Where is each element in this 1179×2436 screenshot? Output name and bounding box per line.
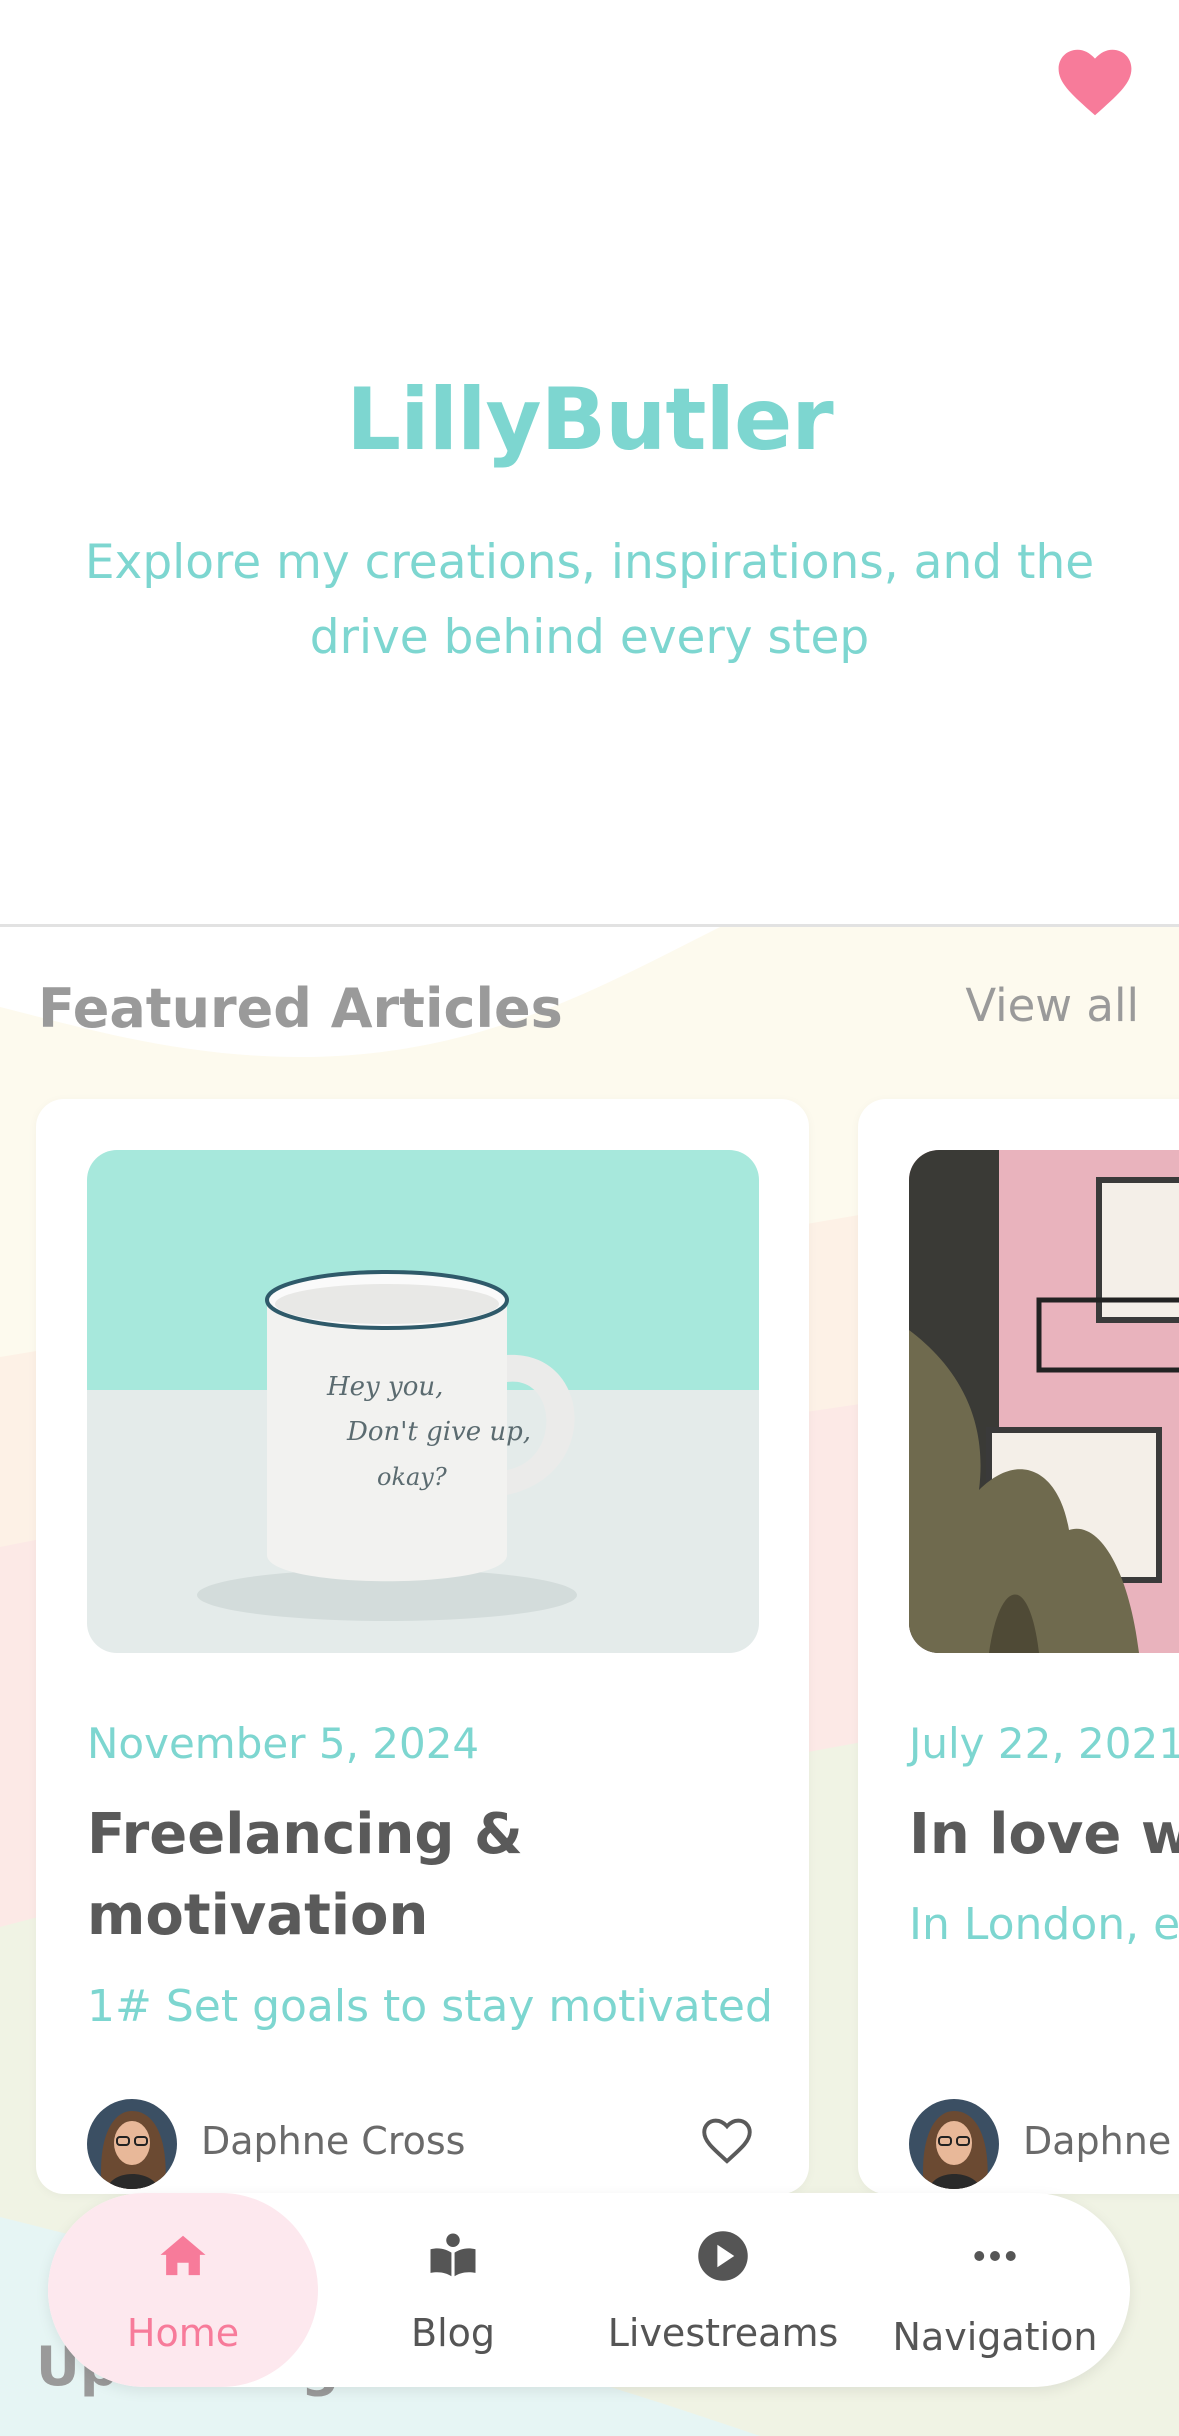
view-all-link[interactable]: View all: [965, 979, 1139, 1032]
heart-outline-icon[interactable]: [701, 2117, 753, 2165]
hero-header: LillyButler Explore my creations, inspir…: [0, 0, 1179, 925]
article-image: Hey you, Don't give up, okay?: [87, 1150, 759, 1653]
bottom-navigation: Home Blog Livestreams Navigation: [48, 2193, 1130, 2387]
article-excerpt: In London, ev: [909, 1899, 1179, 1950]
site-tagline: Explore my creations, inspirations, and …: [84, 535, 1095, 665]
avatar: [909, 2099, 999, 2189]
nav-label-home: Home: [126, 2311, 240, 2355]
mug-text-1: Hey you,: [326, 1372, 443, 1402]
book-icon: [430, 2233, 476, 2277]
article-date: November 5, 2024: [87, 1719, 480, 1768]
article-excerpt: 1# Set goals to stay motivated: [87, 1981, 773, 2032]
section-title: Featured Articles: [38, 977, 563, 1040]
nav-label-navigation: Navigation: [892, 2315, 1098, 2359]
author-name: Daphne Cross: [201, 2119, 466, 2163]
home-icon: [160, 2235, 206, 2276]
author-name: Daphne C: [1023, 2119, 1179, 2163]
article-date: July 22, 2021: [909, 1719, 1179, 1768]
avatar: [87, 2099, 177, 2189]
nav-label-livestreams: Livestreams: [607, 2311, 839, 2355]
nav-label-blog: Blog: [411, 2311, 495, 2355]
more-icon: [974, 2251, 1016, 2261]
nav-item-livestreams[interactable]: Livestreams: [588, 2193, 858, 2387]
nav-item-home[interactable]: Home: [48, 2193, 318, 2387]
active-indicator: [48, 2193, 318, 2387]
heart-icon[interactable]: [1057, 47, 1133, 117]
article-card[interactable]: July 22, 2021 In love wit In London, ev …: [858, 1099, 1179, 2194]
article-card[interactable]: Hey you, Don't give up, okay? November 5…: [36, 1099, 809, 2194]
article-title[interactable]: Freelancing & motivation: [87, 1794, 759, 1956]
site-title: LillyButler: [346, 370, 833, 470]
nav-item-navigation[interactable]: Navigation: [860, 2193, 1130, 2387]
play-icon: [698, 2231, 748, 2281]
nav-item-blog[interactable]: Blog: [318, 2193, 588, 2387]
mug-text-3: okay?: [377, 1463, 447, 1491]
article-title[interactable]: In love wit: [909, 1794, 1179, 1875]
article-image: [909, 1150, 1179, 1653]
mug-text-2: Don't give up,: [346, 1417, 531, 1447]
